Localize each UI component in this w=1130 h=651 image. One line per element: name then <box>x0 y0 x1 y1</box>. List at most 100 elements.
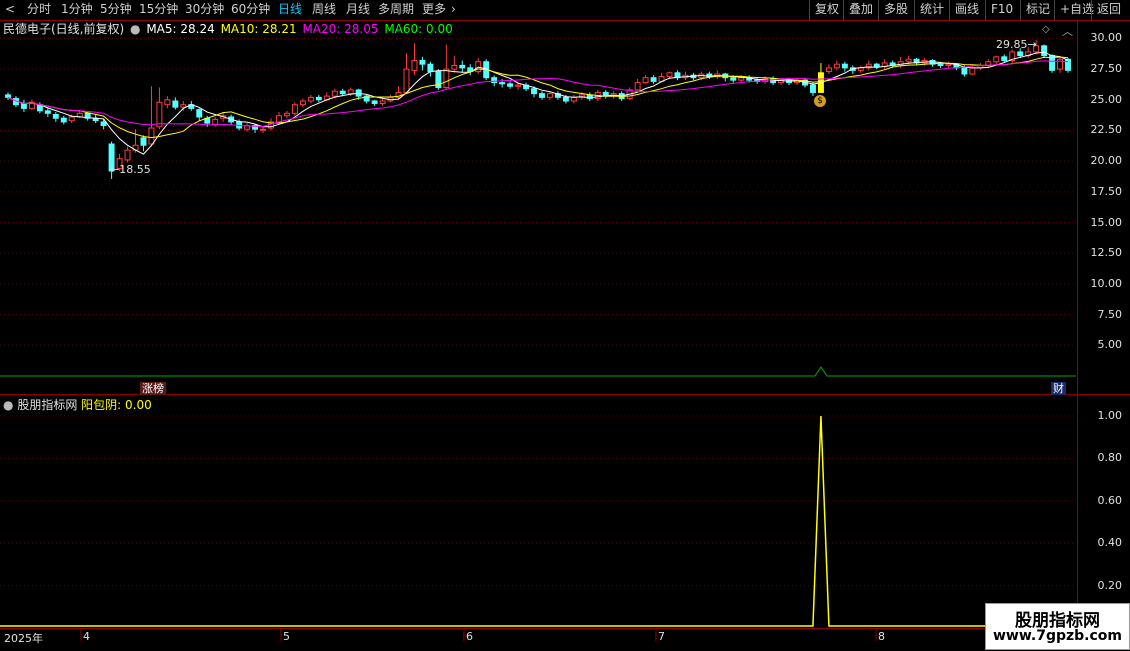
watermark-logo: 股朋指标网 www.7gpzb.com <box>985 603 1130 650</box>
candle-body <box>993 56 1000 63</box>
statistics-button[interactable]: 统计 <box>914 0 949 20</box>
watermark-url: www.7gpzb.com <box>992 628 1122 644</box>
candle-body <box>140 137 147 146</box>
candle-body <box>841 63 848 69</box>
candle-body <box>260 128 267 131</box>
period-tab-multi[interactable]: 多周期 <box>378 0 414 20</box>
candle-body <box>539 93 545 98</box>
candle-body <box>283 112 290 117</box>
candle-body <box>642 77 649 84</box>
candle-body <box>1041 45 1048 57</box>
indicator-tick-label: 0.80 <box>1097 451 1123 465</box>
price-tick-label: 30.00 <box>1090 31 1123 45</box>
candle-body <box>212 118 219 125</box>
candle-body <box>969 67 976 75</box>
chevron-right-icon: › <box>451 2 456 16</box>
price-tick-label: 20.00 <box>1090 154 1123 168</box>
period-tab-1min[interactable]: 1分钟 <box>61 0 93 20</box>
event-badge-zhangbang[interactable]: 涨榜 <box>140 382 166 395</box>
candle-body <box>507 83 514 87</box>
candle-body <box>634 82 641 91</box>
candle-body <box>291 104 298 114</box>
candle-body <box>20 102 27 109</box>
candle-body <box>833 63 840 69</box>
indicator-tick-label: 0.60 <box>1097 493 1123 507</box>
candle-body <box>68 116 75 122</box>
candle-body <box>315 96 322 101</box>
candle-body <box>443 68 450 89</box>
candle-body <box>5 94 11 98</box>
candle-body <box>307 96 314 102</box>
candle-body <box>666 72 673 77</box>
candle-body <box>180 104 187 108</box>
indicator-chart[interactable] <box>0 395 1078 628</box>
candle-body <box>411 60 418 71</box>
price-tick-label: 22.50 <box>1090 123 1123 137</box>
signal-badge[interactable]: $ <box>814 95 826 107</box>
indicator-signal-line <box>0 415 1076 627</box>
period-tab-daily[interactable]: 日线 <box>278 0 302 20</box>
price-tick-label: 10.00 <box>1090 276 1123 290</box>
candle-body <box>730 77 737 81</box>
top-toolbar: < 分时 1分钟 5分钟 15分钟 30分钟 60分钟 日线 周线 月线 多周期… <box>0 0 1130 20</box>
candle-body <box>961 67 968 75</box>
candle-body <box>419 60 426 65</box>
candle-body <box>148 127 155 145</box>
event-badge-cai[interactable]: 财 <box>1051 382 1066 395</box>
candle-body <box>515 84 522 87</box>
candle-body <box>570 96 577 102</box>
candle-body <box>60 117 67 123</box>
candle-body <box>937 63 944 66</box>
period-tab-15min[interactable]: 15分钟 <box>139 0 178 20</box>
chevron-left-icon[interactable]: < <box>3 0 17 20</box>
candle-body <box>825 67 832 73</box>
candle-body <box>945 63 952 66</box>
price-tick-label: 12.50 <box>1090 246 1123 260</box>
indicator-tick-label: 1.00 <box>1097 409 1123 422</box>
chevron-up-icon[interactable]: ︿ <box>1062 23 1073 39</box>
candle-body <box>52 114 59 119</box>
candlestick-chart[interactable] <box>0 20 1078 394</box>
period-tab-60min[interactable]: 60分钟 <box>231 0 270 20</box>
period-tab-30min[interactable]: 30分钟 <box>185 0 224 20</box>
ma20-line <box>7 60 1069 128</box>
candle-body <box>1017 51 1024 57</box>
candle-body <box>650 77 657 82</box>
indicator-tick-label: 0.40 <box>1097 536 1123 550</box>
high-price-marker: 29.85→ <box>996 38 1037 51</box>
price-tick-label: 27.50 <box>1090 62 1123 76</box>
candle-body <box>339 90 346 95</box>
candle-body <box>905 58 912 63</box>
draw-line-button[interactable]: 画线 <box>949 0 984 20</box>
candle-body <box>124 149 131 161</box>
candle-body <box>491 77 498 84</box>
period-tab-weekly[interactable]: 周线 <box>312 0 336 20</box>
high-price-value: 29.85 <box>996 38 1028 51</box>
candle-body <box>427 63 434 73</box>
period-tab-monthly[interactable]: 月线 <box>346 0 370 20</box>
low-price-value: 18.55 <box>119 163 151 176</box>
f10-button[interactable]: F10 <box>985 0 1018 20</box>
indicator-tick-label: 0.20 <box>1097 578 1123 592</box>
candle-body <box>1065 58 1071 71</box>
candle-body <box>499 82 506 85</box>
back-button[interactable]: 返回 <box>1091 0 1126 20</box>
diamond-icon[interactable]: ◇ <box>1042 24 1050 35</box>
candle-body <box>164 99 171 106</box>
multi-stock-button[interactable]: 多股 <box>878 0 913 20</box>
candle-body <box>331 90 338 97</box>
candle-body <box>562 96 569 102</box>
mark-button[interactable]: 标记 <box>1020 0 1055 20</box>
period-tab-fenshi[interactable]: 分时 <box>27 0 51 20</box>
price-tick-label: 5.00 <box>1097 338 1123 352</box>
candle-body <box>196 109 203 118</box>
period-tab-5min[interactable]: 5分钟 <box>100 0 132 20</box>
candle-body <box>531 88 537 95</box>
candle-body <box>451 64 458 70</box>
fuquan-button[interactable]: 复权 <box>809 0 844 20</box>
date-axis-ticks <box>80 629 877 641</box>
candle-body <box>100 121 107 127</box>
period-tab-more[interactable]: 更多 <box>422 0 446 20</box>
overlay-button[interactable]: 叠加 <box>843 0 878 20</box>
signal-baseline <box>0 366 1076 377</box>
